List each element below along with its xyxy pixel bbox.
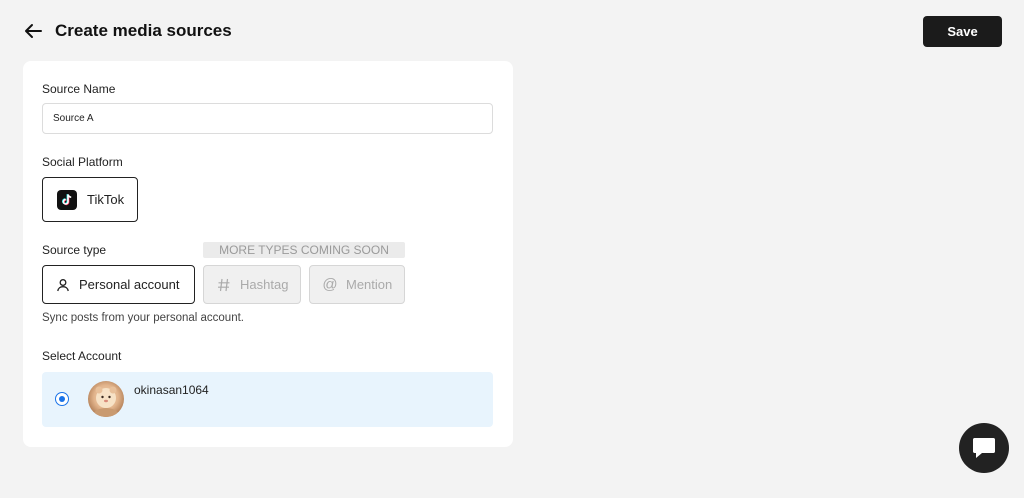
platform-label: TikTok [87,192,125,207]
chat-bubble-icon [973,438,995,458]
source-name-input[interactable] [42,103,493,134]
source-type-mention: @ Mention [309,265,405,304]
page-title: Create media sources [55,21,232,40]
source-type-helper-text: Sync posts from your personal account. [42,312,244,324]
account-radio[interactable] [55,392,69,406]
source-type-label-hashtag: Hashtag [240,277,289,292]
chat-button[interactable] [959,423,1009,473]
social-platform-label: Social Platform [42,155,123,169]
account-row[interactable]: okinasan1064 [42,372,493,427]
select-account-label: Select Account [42,349,122,363]
avatar [88,381,124,417]
source-type-label: Source type [42,243,107,257]
coming-soon-badge: MORE TYPES COMING SOON [203,242,405,258]
source-type-label-mention: Mention [346,277,393,292]
source-name-label: Source Name [42,82,116,96]
source-type-label-personal: Personal account [79,277,180,292]
tiktok-logo-icon [57,189,77,210]
source-type-hashtag: Hashtag [203,265,301,304]
back-arrow-icon[interactable] [22,20,44,42]
save-button[interactable]: Save [923,16,1002,47]
platform-option-tiktok[interactable]: TikTok [42,177,138,222]
hashtag-icon [216,277,232,293]
user-icon [55,277,71,293]
account-name: okinasan1064 [134,383,209,397]
form-card: Source Name Social Platform TikTok Sourc… [23,61,513,447]
source-type-personal-account[interactable]: Personal account [42,265,195,304]
at-icon: @ [322,276,338,293]
